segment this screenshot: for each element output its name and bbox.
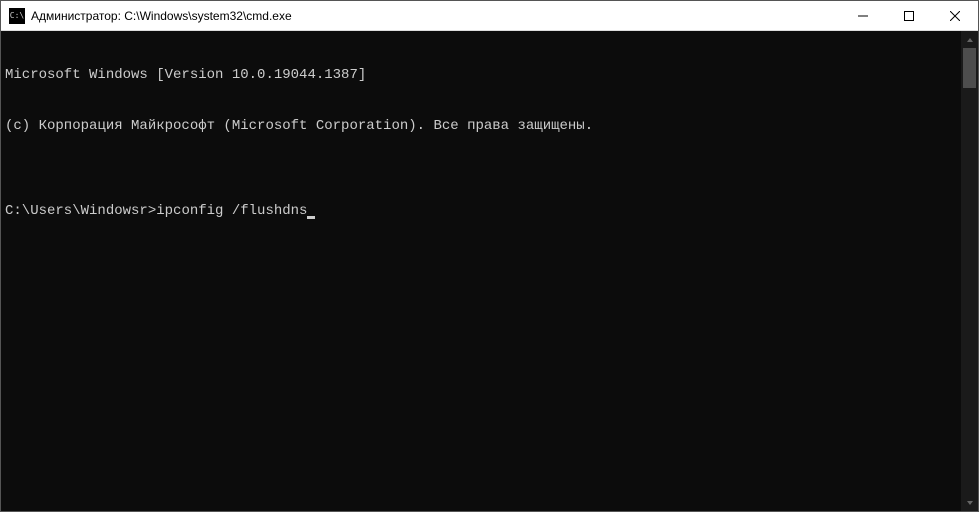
maximize-button[interactable] [886,1,932,30]
copyright-line: (c) Корпорация Майкрософт (Microsoft Cor… [5,118,957,135]
window-title: Администратор: C:\Windows\system32\cmd.e… [31,9,840,23]
minimize-icon [858,11,868,21]
scrollbar-thumb[interactable] [963,48,976,88]
scrollbar-track[interactable] [961,48,978,494]
command-text: ipconfig /flushdns [156,203,307,220]
maximize-icon [904,11,914,21]
vertical-scrollbar[interactable] [961,31,978,511]
chevron-up-icon [966,36,974,44]
cmd-icon-glyph: C:\ [10,12,24,20]
cmd-icon: C:\ [9,8,25,24]
minimize-button[interactable] [840,1,886,30]
prompt-text: C:\Users\Windowsr> [5,203,156,220]
terminal-output[interactable]: Microsoft Windows [Version 10.0.19044.13… [1,31,961,511]
scroll-up-button[interactable] [961,31,978,48]
version-line: Microsoft Windows [Version 10.0.19044.13… [5,67,957,84]
close-button[interactable] [932,1,978,30]
scroll-down-button[interactable] [961,494,978,511]
client-area: Microsoft Windows [Version 10.0.19044.13… [1,31,978,511]
window-controls [840,1,978,30]
titlebar[interactable]: C:\ Администратор: C:\Windows\system32\c… [1,1,978,31]
cmd-window: C:\ Администратор: C:\Windows\system32\c… [0,0,979,512]
chevron-down-icon [966,499,974,507]
prompt-line: C:\Users\Windowsr>ipconfig /flushdns [5,203,957,220]
text-cursor [307,216,315,219]
close-icon [950,11,960,21]
